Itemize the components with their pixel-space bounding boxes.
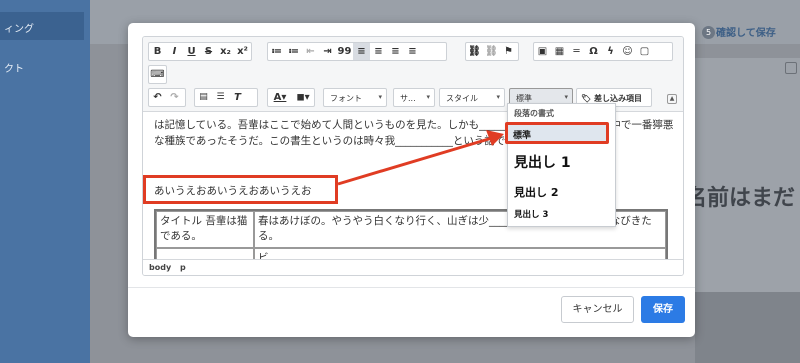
save-button[interactable]: 保存 [641, 296, 685, 323]
format-option-h1[interactable]: 見出し 1 [508, 152, 615, 172]
format-option-normal[interactable]: 標準 [505, 122, 609, 144]
format-option-h3[interactable]: 見出し 3 [508, 208, 615, 220]
format-option-h2[interactable]: 見出し 2 [508, 184, 615, 200]
modal-footer-divider [128, 287, 695, 288]
arrow-line [337, 136, 493, 186]
dropdown-header: 段落の書式 [514, 109, 554, 118]
cancel-button[interactable]: キャンセル [561, 296, 634, 323]
